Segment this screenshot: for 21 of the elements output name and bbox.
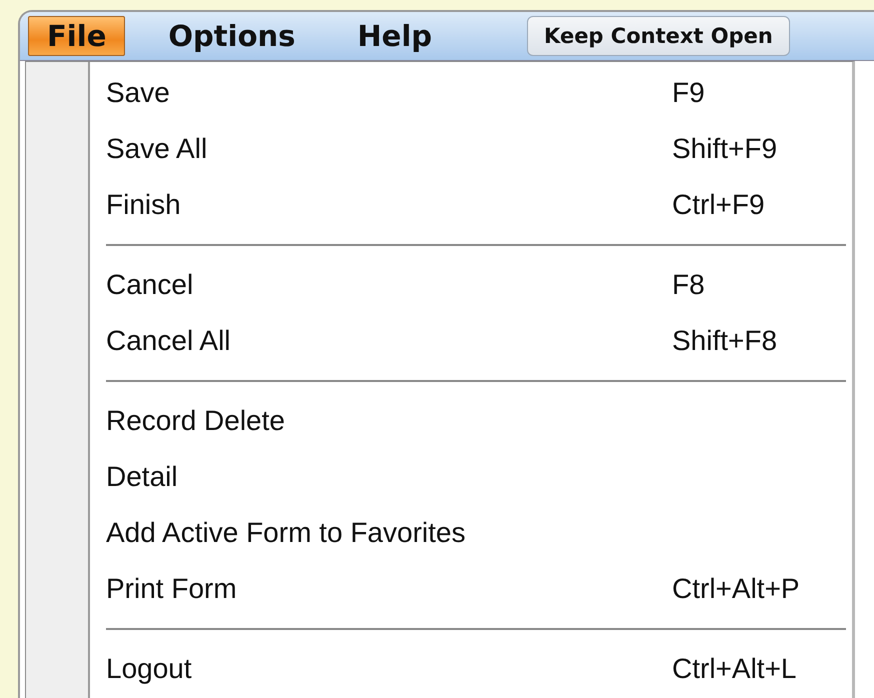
menu-item[interactable]: Add Active Form to Favorites: [106, 505, 846, 561]
shortcut-label: Shift+F9: [672, 133, 778, 165]
keep-context-open-button[interactable]: Keep Context Open: [527, 16, 790, 56]
menu-bar-item[interactable]: Help: [338, 16, 452, 56]
menu-item[interactable]: Logout Ctrl+Alt+L: [106, 641, 846, 697]
menu-item[interactable]: Finish Ctrl+F9: [106, 177, 846, 233]
shortcut-label: Shift+F8: [672, 325, 778, 357]
shortcut-label: F8: [672, 269, 705, 301]
menu-item[interactable]: Detail: [106, 449, 846, 505]
menu-item[interactable]: Record Delete: [106, 393, 846, 449]
shortcut-label: F9: [672, 77, 705, 109]
menu-bar-item[interactable]: Options: [149, 16, 314, 56]
shortcut-label: Ctrl+Alt+P: [672, 573, 800, 605]
menu-item[interactable]: Cancel F8: [106, 257, 846, 313]
menu-item[interactable]: Print Form Ctrl+Alt+P: [106, 561, 846, 617]
shortcut-label: Ctrl+Alt+L: [672, 653, 796, 685]
menu-item[interactable]: Save F9: [106, 65, 846, 121]
menu-bar-item[interactable]: File: [28, 16, 126, 56]
menu-item[interactable]: Save All Shift+F9: [106, 121, 846, 177]
shortcut-label: Ctrl+F9: [672, 189, 765, 221]
menu-item[interactable]: Cancel All Shift+F8: [106, 313, 846, 369]
